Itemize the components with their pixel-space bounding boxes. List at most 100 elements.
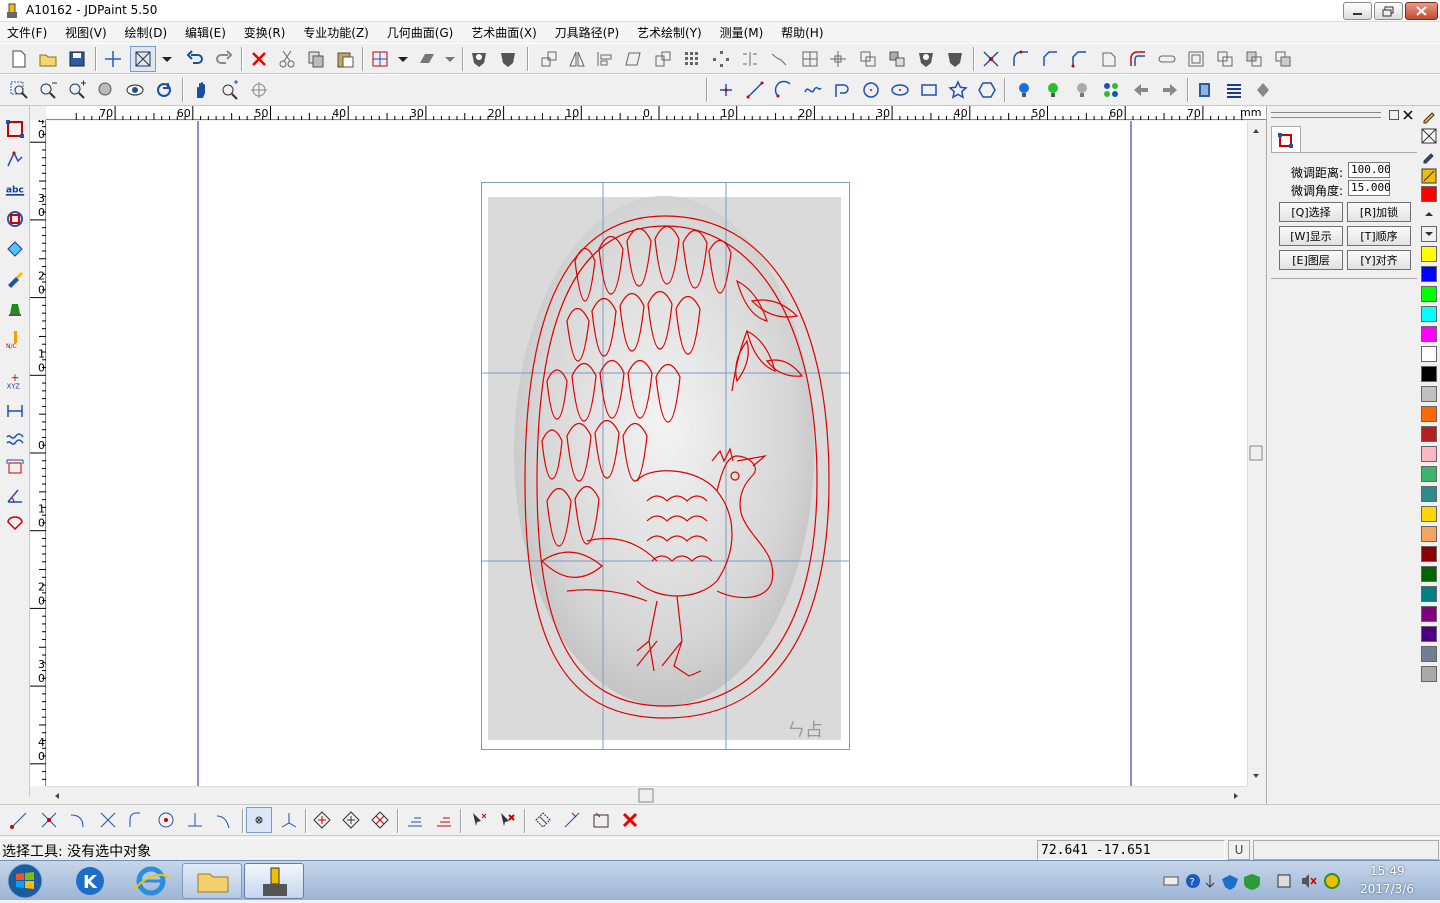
zoom-dynamic-button[interactable] bbox=[217, 77, 243, 103]
color-swatch[interactable] bbox=[1421, 506, 1437, 522]
snap-layer-button[interactable] bbox=[431, 807, 457, 833]
cut-button[interactable] bbox=[274, 46, 300, 72]
mode-indicator[interactable]: U bbox=[1228, 840, 1250, 860]
sculpt-button[interactable] bbox=[2, 296, 28, 322]
zoom-in-button[interactable] bbox=[64, 77, 90, 103]
mirror-button[interactable] bbox=[564, 46, 590, 72]
select-q-button[interactable]: [Q]选择 bbox=[1279, 202, 1343, 222]
color-swatch[interactable] bbox=[1421, 286, 1437, 302]
snap-midpoint-button[interactable] bbox=[36, 807, 62, 833]
color-swatch[interactable] bbox=[1421, 306, 1437, 322]
layer-manager-button[interactable] bbox=[1192, 77, 1218, 103]
menu-edit[interactable]: 编辑(E) bbox=[178, 22, 233, 42]
scroll-right-icon[interactable] bbox=[1234, 793, 1238, 799]
arrow-left-button[interactable] bbox=[1128, 77, 1154, 103]
horizontal-scrollbar[interactable] bbox=[47, 786, 1247, 804]
palette-scroll-up[interactable] bbox=[1421, 206, 1437, 222]
shield-left-button[interactable] bbox=[466, 46, 492, 72]
select-add-button[interactable] bbox=[466, 807, 492, 833]
angle-button[interactable] bbox=[2, 482, 28, 508]
select-chain-button[interactable] bbox=[559, 807, 585, 833]
save-button[interactable] bbox=[64, 46, 90, 72]
menu-measure[interactable]: 测量(M) bbox=[713, 22, 771, 42]
refresh-button[interactable] bbox=[151, 77, 177, 103]
snap-axis-button[interactable] bbox=[276, 807, 302, 833]
start-button[interactable] bbox=[2, 862, 48, 900]
line-tool-button[interactable] bbox=[742, 77, 768, 103]
menu-professional[interactable]: 专业功能(Z) bbox=[296, 22, 376, 42]
arc-length-button[interactable] bbox=[2, 510, 28, 536]
arc-tool-button[interactable] bbox=[771, 77, 797, 103]
grid-array-button[interactable] bbox=[679, 46, 705, 72]
scroll-up-icon[interactable] bbox=[1253, 129, 1259, 133]
circle-tool-button[interactable] bbox=[858, 77, 884, 103]
light-grey-button[interactable] bbox=[1069, 77, 1095, 103]
close-button[interactable] bbox=[1405, 2, 1438, 20]
color-swatch[interactable] bbox=[1421, 386, 1437, 402]
menu-art-surface[interactable]: 艺术曲面(X) bbox=[464, 22, 544, 42]
menu-toolpath[interactable]: 刀具路径(P) bbox=[548, 22, 627, 42]
palette-scroll-down[interactable] bbox=[1421, 226, 1437, 242]
intersect-button[interactable] bbox=[1270, 46, 1296, 72]
trim-button[interactable] bbox=[978, 46, 1004, 72]
size-button[interactable] bbox=[2, 454, 28, 480]
view-eye-button[interactable] bbox=[122, 77, 148, 103]
menu-help[interactable]: 帮助(H) bbox=[774, 22, 830, 42]
snap-grid-1-button[interactable] bbox=[309, 807, 335, 833]
color-swatch[interactable] bbox=[1421, 586, 1437, 602]
shield-right-button[interactable] bbox=[495, 46, 521, 72]
menu-file[interactable]: 文件(F) bbox=[0, 22, 54, 42]
chamfer-button[interactable] bbox=[1037, 46, 1063, 72]
dimension-button[interactable] bbox=[2, 398, 28, 424]
select-remove-button[interactable] bbox=[494, 807, 520, 833]
color-swatch[interactable] bbox=[1421, 346, 1437, 362]
nudge-distance-input[interactable]: 100.00 bbox=[1348, 162, 1391, 178]
rotate-view-button[interactable] bbox=[246, 77, 272, 103]
star-tool-button[interactable] bbox=[945, 77, 971, 103]
ellipse-tool-button[interactable] bbox=[887, 77, 913, 103]
order-t-button[interactable]: [T]顺序 bbox=[1347, 226, 1411, 246]
align-button[interactable] bbox=[592, 46, 618, 72]
select-dropdown[interactable] bbox=[157, 46, 177, 72]
snap-perpendicular-button[interactable] bbox=[182, 807, 208, 833]
union-button[interactable] bbox=[1212, 46, 1238, 72]
group-button[interactable] bbox=[884, 46, 910, 72]
select-box-button[interactable] bbox=[130, 46, 156, 72]
snap-arc-button[interactable] bbox=[124, 807, 150, 833]
undo-button[interactable] bbox=[182, 46, 208, 72]
nudge-angle-input[interactable]: 15.000 bbox=[1348, 180, 1391, 196]
zoom-window-button[interactable] bbox=[6, 77, 32, 103]
layer-e-button[interactable]: [E]图层 bbox=[1279, 250, 1343, 270]
scroll-down-icon[interactable] bbox=[1253, 774, 1259, 778]
pattern-icon[interactable] bbox=[1421, 168, 1437, 184]
vertical-scroll-thumb[interactable] bbox=[1249, 445, 1263, 461]
color-swatch[interactable] bbox=[1421, 546, 1437, 562]
arrow-right-button[interactable] bbox=[1157, 77, 1183, 103]
snap-on-button[interactable] bbox=[246, 807, 272, 833]
tool-path-button[interactable]: N/C bbox=[2, 326, 28, 352]
zoom-all-button[interactable] bbox=[93, 77, 119, 103]
color-swatch[interactable] bbox=[1421, 186, 1437, 202]
offset-button[interactable] bbox=[1183, 46, 1209, 72]
show-w-button[interactable]: [W]显示 bbox=[1279, 226, 1343, 246]
snap-nearest-button[interactable] bbox=[211, 807, 237, 833]
grid-dropdown[interactable] bbox=[393, 46, 413, 72]
skew-button[interactable] bbox=[620, 46, 646, 72]
color-swatch[interactable] bbox=[1421, 246, 1437, 262]
color-swatch[interactable] bbox=[1421, 526, 1437, 542]
xyz-button[interactable]: XYZ bbox=[2, 368, 28, 394]
restore-button[interactable] bbox=[1374, 2, 1403, 20]
curve-edit-button[interactable] bbox=[2, 146, 28, 172]
crosshair-button[interactable] bbox=[100, 46, 126, 72]
align-y-button[interactable]: [Y]对齐 bbox=[1347, 250, 1411, 270]
taskbar-explorer-app[interactable] bbox=[182, 863, 242, 899]
color-swatch[interactable] bbox=[1421, 626, 1437, 642]
zoom-out-button[interactable] bbox=[35, 77, 61, 103]
text-tool-button[interactable]: abc bbox=[2, 176, 28, 202]
copy-move-button[interactable] bbox=[855, 46, 881, 72]
menu-geometry-surface[interactable]: 几何曲面(G) bbox=[380, 22, 461, 42]
cell-button[interactable] bbox=[797, 46, 823, 72]
taskbar-ie-app[interactable] bbox=[121, 863, 181, 899]
clear-selection-button[interactable] bbox=[617, 807, 643, 833]
snap-endpoint-button[interactable] bbox=[6, 807, 32, 833]
